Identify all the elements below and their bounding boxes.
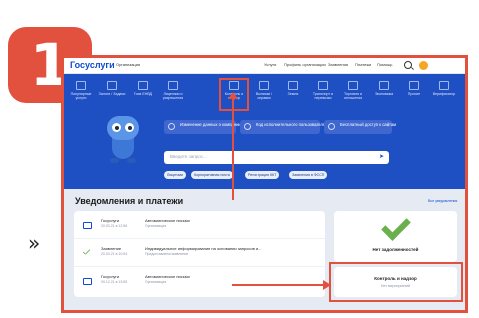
document-icon xyxy=(318,81,328,90)
annotation-arrow-up-head xyxy=(228,92,238,99)
category-other[interactable]: Прочие xyxy=(399,81,429,96)
search-icon[interactable] xyxy=(404,61,412,69)
category-popular[interactable]: Популярные услуги xyxy=(66,81,96,100)
tutorial-canvas: 1 » Госуслуги Организация Услуги Профиль… xyxy=(0,0,479,318)
globe-icon xyxy=(328,123,335,130)
chip-corporate-mail[interactable]: Корпоративная почта xyxy=(191,171,233,179)
document-icon xyxy=(138,81,148,90)
document-icon xyxy=(288,81,298,90)
hero-banner: Популярные услуги Залоги / Задачи Госв Е… xyxy=(64,74,465,189)
key-icon xyxy=(244,123,251,130)
all-notifications-link[interactable]: Все уведомления xyxy=(428,199,457,203)
pill-executive-code[interactable]: Код исполнительного пользователя › xyxy=(240,120,325,134)
document-icon xyxy=(168,123,175,130)
nav-link-help[interactable]: Помощь xyxy=(377,62,392,67)
pill-free-access[interactable]: Бесплатный доступ к сайтам › xyxy=(324,120,396,134)
category-economy[interactable]: Экономика xyxy=(369,81,399,96)
category-land[interactable]: Земля xyxy=(278,81,308,96)
debt-status: Нет задолженностей xyxy=(372,247,419,252)
category-pledges[interactable]: Залоги / Задачи xyxy=(97,81,127,96)
document-icon xyxy=(379,81,389,90)
document-icon xyxy=(168,81,178,90)
list-item[interactable]: Заявление 20.03.21 в 10:54 Индивидуально… xyxy=(74,239,325,267)
category-envd[interactable]: Госв ЕНВД xyxy=(128,81,158,96)
document-icon xyxy=(259,81,269,90)
chip-fssp-applications[interactable]: Заявления в ФССП xyxy=(289,171,328,179)
gosuslugi-logo[interactable]: Госуслуги xyxy=(70,60,115,70)
screenshot-frame: Госуслуги Организация Услуги Профиль орг… xyxy=(61,55,468,313)
nav-link-applications[interactable]: Заявления xyxy=(328,62,348,67)
nav-link-profile[interactable]: Профиль организации xyxy=(284,62,326,67)
category-trade[interactable]: Торговля и отношения xyxy=(338,81,368,100)
side-glyph: » xyxy=(28,231,41,255)
chevron-right-icon: › xyxy=(315,123,317,129)
robot-eye xyxy=(112,123,121,132)
annotation-arrow-up xyxy=(232,98,234,200)
avatar[interactable] xyxy=(419,61,428,70)
list-item[interactable]: Госуслуги 09.12.21 в 13:55 Автоматическо… xyxy=(74,267,325,294)
document-icon xyxy=(409,81,419,90)
chip-licenses[interactable]: Лицензии xyxy=(164,171,187,179)
org-menu[interactable]: Организация xyxy=(116,62,140,67)
chevron-right-icon: › xyxy=(387,123,389,129)
category-verifier[interactable]: Верификатор xyxy=(429,81,459,96)
document-icon xyxy=(439,81,449,90)
category-licenses[interactable]: Лицензии и разрешения xyxy=(158,81,188,100)
search-input[interactable]: Введите запрос... ➤ xyxy=(164,151,389,164)
control-card-highlight xyxy=(329,262,463,302)
checkmark-icon xyxy=(381,211,411,241)
pill-change-company-data[interactable]: Изменение данных о компании › xyxy=(164,120,241,134)
document-icon xyxy=(76,81,86,90)
category-transport[interactable]: Транспорт и перевозки xyxy=(308,81,338,100)
section-title: Уведомления и платежи xyxy=(75,196,184,206)
robot-eye xyxy=(125,123,134,132)
robot-foot xyxy=(110,158,119,163)
check-icon xyxy=(82,247,91,255)
envelope-icon xyxy=(83,222,92,229)
nav-link-services[interactable]: Услуги xyxy=(264,62,276,67)
envelope-icon xyxy=(83,278,92,285)
category-extracts[interactable]: Выписки / справки xyxy=(249,81,279,100)
list-item[interactable]: Госуслуги 20.03.21 в 12:56 Автоматическо… xyxy=(74,211,325,239)
annotation-arrow-right-head xyxy=(323,280,331,290)
robot-foot xyxy=(127,158,136,163)
send-icon[interactable]: ➤ xyxy=(379,154,384,160)
top-header: Госуслуги Организация Услуги Профиль орг… xyxy=(64,58,465,74)
document-icon xyxy=(107,81,117,90)
category-icons: Популярные услуги Залоги / Задачи Госв Е… xyxy=(64,81,465,111)
chip-kkt-registration[interactable]: Регистрация ККТ xyxy=(245,171,280,179)
annotation-arrow-right xyxy=(232,284,324,286)
debt-card[interactable]: Нет задолженностей xyxy=(334,211,457,262)
document-icon xyxy=(348,81,358,90)
nav-link-payments[interactable]: Платежи xyxy=(355,62,371,67)
